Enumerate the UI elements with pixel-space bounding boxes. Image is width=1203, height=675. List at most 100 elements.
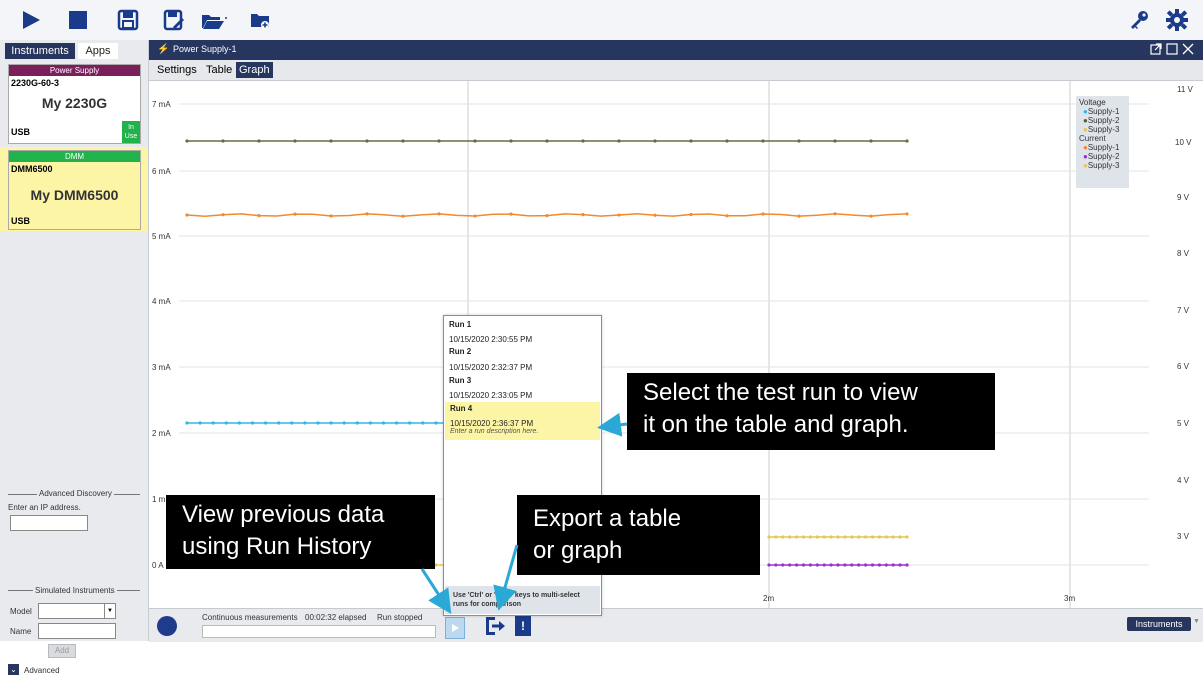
tab-table[interactable]: Table (203, 62, 235, 78)
legend-item[interactable]: ●Supply-2 (1079, 116, 1126, 125)
run-item-title[interactable]: Run 3 (449, 376, 471, 385)
current-supply-2-point (884, 563, 888, 567)
voltage-supply-3-point (808, 535, 813, 539)
current-supply-2-point (815, 563, 819, 567)
voltage-supply-2-point (869, 139, 873, 143)
key-icon[interactable] (1125, 6, 1153, 34)
card-header: DMM (9, 151, 140, 162)
current-supply-1-point (365, 212, 369, 216)
current-supply-2-point (850, 563, 854, 567)
current-supply-1-point (725, 214, 729, 218)
voltage-supply-1-point (211, 421, 215, 425)
voltage-supply-1-point (290, 421, 294, 425)
current-supply-2-point (857, 563, 861, 567)
y2-axis-label: 11 V (1177, 85, 1193, 94)
legend-item[interactable]: ●Supply-3 (1079, 161, 1126, 170)
current-supply-1-point (653, 213, 657, 217)
graph-legend: Voltage ●Supply-1 ●Supply-2 ●Supply-3 Cu… (1076, 96, 1129, 188)
advanced-toggle-label[interactable]: Advanced (24, 666, 60, 675)
current-supply-2-point (808, 563, 813, 567)
settings-icon[interactable] (1163, 6, 1191, 34)
voltage-supply-3-point (843, 535, 847, 539)
legend-item[interactable]: ●Supply-1 (1079, 143, 1126, 152)
run-item-date[interactable]: 10/15/2020 2:33:05 PM (449, 391, 532, 400)
new-folder-icon[interactable] (246, 6, 274, 34)
voltage-supply-3-point (884, 535, 888, 539)
voltage-supply-2-point (401, 139, 405, 143)
alert-icon[interactable]: ! (515, 616, 531, 636)
run-description-field[interactable]: Enter a run description here. (450, 428, 538, 435)
current-supply-1-point (221, 213, 225, 217)
card-model: DMM6500 (11, 164, 53, 174)
tab-settings[interactable]: Settings (154, 62, 200, 78)
voltage-supply-1-point (421, 421, 425, 425)
record-indicator-icon (157, 616, 177, 636)
run-item-title[interactable]: Run 1 (449, 320, 471, 329)
current-supply-1-point (905, 212, 909, 216)
pop-out-icon[interactable] (1150, 43, 1162, 55)
progress-bar (202, 625, 436, 638)
instrument-card-dmm[interactable]: DMM DMM6500 My DMM6500 USB (8, 150, 141, 230)
y-axis-label: 7 mA (152, 100, 171, 109)
y2-axis-label: 7 V (1177, 306, 1190, 315)
voltage-supply-1-point (316, 421, 320, 425)
voltage-supply-2-point (761, 139, 765, 143)
ip-address-input[interactable] (10, 515, 88, 531)
current-supply-1-point (329, 214, 333, 218)
current-supply-2-point (905, 563, 909, 567)
voltage-supply-2-point (617, 139, 621, 143)
voltage-supply-1-point (224, 421, 228, 425)
model-select[interactable]: ▼ (38, 603, 116, 619)
tab-instruments[interactable]: Instruments (5, 43, 75, 59)
add-button[interactable]: Add (48, 644, 76, 658)
voltage-supply-2-point (329, 139, 333, 143)
run-item-date[interactable]: 10/15/2020 2:30:55 PM (449, 335, 532, 344)
instruments-button[interactable]: Instruments (1127, 617, 1191, 631)
run-history-button[interactable] (445, 617, 465, 639)
save-icon[interactable] (114, 6, 142, 34)
x-axis-label: 3m (1064, 594, 1076, 603)
current-supply-1-point (401, 214, 405, 218)
top-toolbar (0, 0, 1203, 41)
voltage-supply-3-point (864, 535, 868, 539)
y2-axis-label: 9 V (1177, 193, 1190, 202)
legend-item[interactable]: ●Supply-1 (1079, 107, 1126, 116)
open-icon[interactable] (200, 6, 228, 34)
instrument-card-power-supply[interactable]: Power Supply 2230G-60-3 My 2230G USB In … (8, 64, 141, 144)
legend-item[interactable]: ●Supply-3 (1079, 125, 1126, 134)
play-icon[interactable] (17, 6, 45, 34)
chevron-down-icon[interactable]: ⌄ (8, 664, 19, 675)
voltage-supply-1-point (355, 421, 359, 425)
card-connection: USB (11, 216, 31, 226)
voltage-supply-3-point (870, 535, 875, 539)
status-bar: Continuous measurements 00:02:32 elapsed… (149, 608, 1203, 642)
run-item-date[interactable]: 10/15/2020 2:32:37 PM (449, 363, 532, 372)
export-icon[interactable] (484, 615, 506, 637)
chevron-down-icon[interactable]: ▼ (1193, 618, 1200, 625)
run-item-selected[interactable]: Run 4 10/15/2020 2:36:37 PM Enter a run … (445, 402, 600, 440)
voltage-supply-3-point (781, 535, 785, 539)
close-icon[interactable] (1182, 43, 1194, 55)
voltage-supply-1-point (303, 421, 307, 425)
document-header: ⚡ Power Supply-1 (149, 40, 1203, 60)
voltage-supply-3-point (795, 535, 799, 539)
save-as-icon[interactable] (160, 6, 188, 34)
run-item-title[interactable]: Run 2 (449, 347, 471, 356)
callout-line: or graph (533, 537, 623, 564)
callout-run-history: View previous data using Run History (166, 495, 435, 569)
tab-apps[interactable]: Apps (78, 43, 118, 59)
voltage-supply-2-point (581, 139, 585, 143)
current-supply-1-point (257, 213, 261, 218)
current-supply-1-point (293, 212, 297, 216)
voltage-supply-2-point (221, 139, 225, 143)
stop-icon[interactable] (64, 6, 92, 34)
legend-item[interactable]: ●Supply-2 (1079, 152, 1126, 161)
voltage-supply-1-point (237, 421, 241, 425)
multi-select-hint: Use 'Ctrl' or 'Shift' keys to multi-sele… (453, 592, 580, 608)
maximize-icon[interactable] (1166, 43, 1178, 55)
voltage-supply-2-point (185, 139, 189, 143)
ip-label: Enter an IP address. (8, 503, 81, 512)
name-input[interactable] (38, 623, 116, 639)
tab-graph[interactable]: Graph (236, 62, 273, 78)
voltage-supply-2-point (293, 139, 297, 143)
